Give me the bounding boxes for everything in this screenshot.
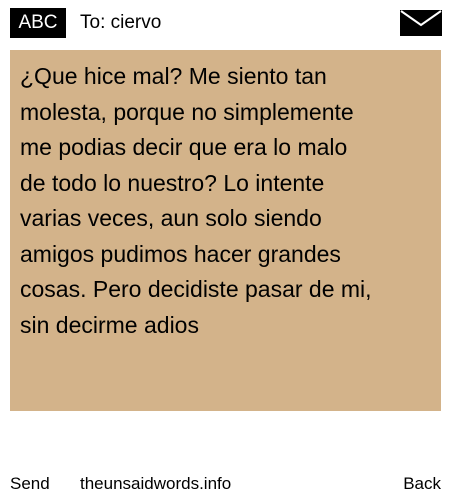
footer-bar: Send theunsaidwords.info Back xyxy=(0,470,450,498)
send-button[interactable]: Send xyxy=(10,470,50,498)
message-area[interactable]: ¿Que hice mal? Me siento tan molesta, po… xyxy=(10,50,441,411)
message-text: ¿Que hice mal? Me siento tan molesta, po… xyxy=(20,63,372,338)
envelope-icon[interactable] xyxy=(400,10,442,36)
recipient-label: To: ciervo xyxy=(80,12,162,33)
site-link[interactable]: theunsaidwords.info xyxy=(80,470,231,498)
back-button[interactable]: Back xyxy=(403,470,441,498)
header-bar: ABC To: ciervo xyxy=(0,0,450,44)
abc-badge[interactable]: ABC xyxy=(10,8,66,38)
